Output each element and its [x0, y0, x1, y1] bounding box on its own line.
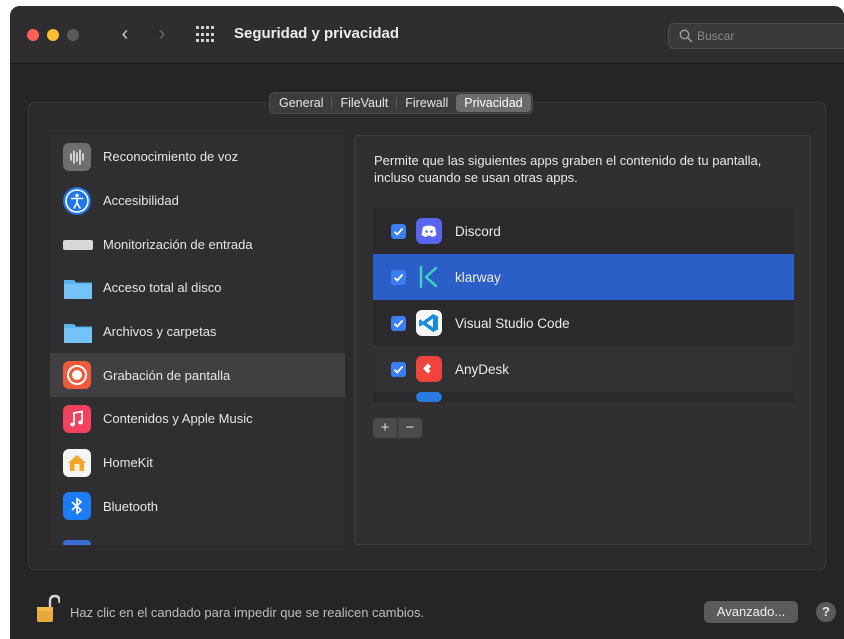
title-bar: ‹ › Seguridad y privacidad	[10, 6, 844, 64]
search-field[interactable]	[668, 23, 844, 49]
keyboard-icon	[63, 230, 93, 258]
app-label: Discord	[455, 223, 501, 239]
sidebar-item-input-monitoring[interactable]: Monitorización de entrada	[50, 222, 345, 266]
screen-recording-panel: Permite que las siguientes apps graben e…	[354, 135, 811, 545]
anydesk-icon	[416, 356, 442, 382]
back-button[interactable]: ‹	[114, 23, 136, 47]
sidebar-item-label: Archivos y carpetas	[103, 324, 217, 340]
help-button[interactable]: ?	[816, 602, 836, 622]
sidebar-item-speech-recognition[interactable]: Reconocimiento de voz	[50, 135, 345, 179]
sidebar-item-label: HomeKit	[103, 455, 153, 471]
folder-icon	[63, 318, 92, 346]
remove-app-button[interactable]: −	[398, 418, 422, 438]
app-row-klarway[interactable]: klarway	[373, 254, 794, 300]
tab-privacidad[interactable]: Privacidad	[456, 94, 531, 112]
app-row-partial[interactable]	[373, 392, 794, 402]
search-icon	[679, 29, 693, 43]
sidebar-item-accessibility[interactable]: Accesibilidad	[50, 179, 345, 223]
tab-firewall[interactable]: Firewall	[397, 94, 456, 112]
anydesk-checkbox[interactable]	[391, 361, 406, 377]
lock-status-text: Haz clic en el candado para impedir que …	[70, 605, 425, 620]
app-icon	[416, 392, 442, 402]
sidebar-item-bluetooth[interactable]: Bluetooth	[50, 485, 345, 529]
bluetooth-icon	[63, 492, 91, 521]
sidebar-item-label: Grabación de pantalla	[103, 367, 231, 383]
sidebar-item-label: Monitorización de entrada	[103, 236, 253, 252]
search-input[interactable]	[697, 27, 837, 45]
app-label: AnyDesk	[455, 361, 510, 377]
forward-button[interactable]: ›	[151, 23, 173, 47]
folder-icon	[63, 274, 92, 302]
klarway-checkbox[interactable]	[391, 269, 406, 285]
app-row-vscode[interactable]: Visual Studio Code	[373, 300, 794, 346]
advanced-button[interactable]: Avanzado...	[704, 601, 798, 623]
minimize-window-button[interactable]	[47, 29, 59, 41]
sidebar-item-label: Accesibilidad	[103, 193, 179, 209]
klarway-icon	[416, 264, 442, 290]
sidebar-item-full-disk-access[interactable]: Acceso total al disco	[50, 266, 345, 310]
app-label: klarway	[455, 269, 501, 285]
app-label: Visual Studio Code	[455, 315, 570, 331]
zoom-window-button[interactable]	[67, 29, 79, 41]
accessibility-icon	[63, 186, 91, 215]
app-list[interactable]: Discord klarway Visual Studio Code AnyDe…	[373, 208, 794, 402]
system-preferences-window: ‹ › Seguridad y privacidad General FileV…	[10, 6, 844, 639]
add-app-button[interactable]: +	[373, 418, 397, 438]
sidebar-item-partial[interactable]	[50, 528, 345, 545]
close-window-button[interactable]	[27, 29, 39, 41]
lock-icon[interactable]	[36, 594, 61, 624]
sidebar-item-label: Reconocimiento de voz	[103, 149, 239, 165]
music-icon	[63, 404, 91, 433]
privacy-category-list[interactable]: Reconocimiento de voz Accesibilidad Moni…	[50, 135, 345, 545]
app-icon	[63, 540, 91, 545]
tab-bar: General FileVault Firewall Privacidad	[269, 92, 533, 114]
tab-general[interactable]: General	[271, 94, 331, 112]
vscode-icon	[416, 310, 442, 336]
discord-checkbox[interactable]	[391, 223, 406, 239]
home-icon	[63, 448, 91, 477]
sidebar-item-label: Acceso total al disco	[103, 280, 222, 296]
app-row-anydesk[interactable]: AnyDesk	[373, 346, 794, 392]
sidebar-item-files-and-folders[interactable]: Archivos y carpetas	[50, 310, 345, 354]
sidebar-item-label: Bluetooth	[103, 498, 158, 514]
sidebar-item-label: Contenidos y Apple Music	[103, 411, 253, 427]
tab-filevault[interactable]: FileVault	[332, 94, 396, 112]
sidebar-item-apple-music[interactable]: Contenidos y Apple Music	[50, 397, 345, 441]
show-all-grid-icon[interactable]	[196, 26, 216, 44]
panel-description: Permite que las siguientes apps graben e…	[374, 153, 762, 185]
vscode-checkbox[interactable]	[391, 315, 406, 331]
waveform-icon	[63, 142, 91, 171]
app-row-discord[interactable]: Discord	[373, 208, 794, 254]
sidebar-item-screen-recording[interactable]: Grabación de pantalla	[50, 353, 345, 398]
window-title: Seguridad y privacidad	[234, 25, 400, 42]
discord-icon	[416, 218, 442, 244]
screen-record-icon	[63, 361, 91, 390]
sidebar-item-homekit[interactable]: HomeKit	[50, 441, 345, 485]
add-remove-control: + −	[373, 418, 422, 438]
